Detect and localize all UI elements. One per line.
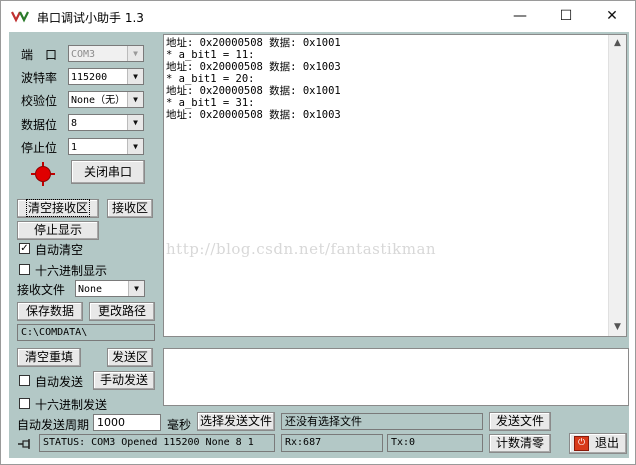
pin-icon[interactable] (17, 437, 35, 451)
rx-count: Rx:687 (281, 434, 383, 452)
close-port-button[interactable]: 关闭串口 (71, 160, 145, 184)
send-area-button[interactable]: 发送区 (107, 348, 153, 367)
save-path-field: C:\COMDATA\ (17, 324, 155, 341)
port-status-lamp-icon (31, 162, 55, 186)
receive-text: 地址: 0x20000508 数据: 0x1001 * a_bit1 = 11: 地… (166, 37, 341, 121)
auto-send-period-label: 自动发送周期 (17, 418, 90, 432)
auto-send-label: 自动发送 (35, 375, 84, 389)
chevron-down-icon: ▼ (127, 115, 143, 130)
hex-send-checkbox[interactable] (19, 398, 30, 409)
parity-value: None（无） (71, 95, 126, 106)
receive-scrollbar[interactable]: ▲ ▼ (608, 35, 626, 336)
close-window-button[interactable]: ✕ (589, 1, 635, 31)
receive-line: * a_bit1 = 11: (166, 49, 255, 61)
port-select[interactable]: COM3 ▼ (68, 45, 144, 62)
hex-display-label: 十六进制显示 (35, 264, 108, 278)
auto-clear-label: 自动清空 (35, 243, 84, 257)
status-text: STATUS: COM3 Opened 115200 None 8 1 (39, 434, 275, 452)
tx-count: Tx:0 (387, 434, 483, 452)
stopbits-select[interactable]: 1 ▼ (68, 138, 144, 155)
chevron-down-icon: ▼ (127, 139, 143, 154)
exit-label: 退出 (595, 436, 620, 450)
baud-value: 115200 (71, 72, 108, 83)
app-window: 串口调试小助手 1.3 — ☐ ✕ 端 口 COM3 ▼ 波特率 115200 … (0, 0, 636, 465)
reset-count-button[interactable]: 计数清零 (489, 434, 551, 453)
choose-send-file-button[interactable]: 选择发送文件 (197, 412, 275, 431)
hex-send-label: 十六进制发送 (35, 398, 108, 412)
period-input[interactable]: 1000 (93, 414, 161, 431)
baud-select[interactable]: 115200 ▼ (68, 68, 144, 85)
maximize-button[interactable]: ☐ (543, 1, 589, 31)
hex-display-checkbox[interactable] (19, 264, 30, 275)
clear-receive-label: 清空接收区 (25, 199, 91, 217)
clear-send-button[interactable]: 清空重填 (17, 348, 81, 367)
scroll-down-icon[interactable]: ▼ (609, 319, 626, 336)
baud-label: 波特率 (21, 71, 58, 85)
minimize-button[interactable]: — (497, 1, 543, 31)
title-bar: 串口调试小助手 1.3 — ☐ ✕ (1, 1, 635, 31)
client-area: 端 口 COM3 ▼ 波特率 115200 ▼ 校验位 None（无） ▼ 数据… (9, 32, 629, 458)
receive-file-label: 接收文件 (17, 283, 66, 297)
clear-receive-button[interactable]: 清空接收区 (17, 199, 99, 218)
port-value: COM3 (71, 49, 96, 60)
databits-value: 8 (71, 118, 78, 129)
chevron-down-icon: ▼ (127, 46, 143, 61)
receive-line: 地址: 0x20000508 数据: 0x1001 (166, 85, 341, 97)
receive-line: 地址: 0x20000508 数据: 0x1003 (166, 61, 341, 73)
receive-line: * a_bit1 = 31: (166, 97, 255, 109)
stop-display-button[interactable]: 停止显示 (17, 221, 99, 240)
chevron-down-icon: ▼ (128, 281, 144, 296)
databits-select[interactable]: 8 ▼ (68, 114, 144, 131)
stopbits-label: 停止位 (21, 141, 58, 155)
receive-line: * a_bit1 = 20: (166, 73, 255, 85)
scroll-up-icon[interactable]: ▲ (609, 35, 626, 52)
databits-label: 数据位 (21, 118, 58, 132)
chevron-down-icon: ▼ (127, 69, 143, 84)
parity-select[interactable]: None（无） ▼ (68, 91, 144, 108)
chevron-down-icon: ▼ (127, 92, 143, 107)
receive-file-select[interactable]: None ▼ (75, 280, 145, 297)
auto-clear-checkbox[interactable]: ✓ (19, 243, 30, 254)
receive-file-value: None (78, 284, 103, 295)
auto-send-checkbox[interactable] (19, 375, 30, 386)
port-label: 端 口 (21, 48, 58, 62)
receive-line: 地址: 0x20000508 数据: 0x1003 (166, 109, 341, 121)
send-file-button[interactable]: 发送文件 (489, 412, 551, 431)
ms-label: 毫秒 (167, 418, 192, 432)
receive-line: 地址: 0x20000508 数据: 0x1001 (166, 37, 341, 49)
exit-button[interactable]: ⏻ 退出 (569, 433, 627, 454)
save-data-button[interactable]: 保存数据 (17, 302, 83, 321)
watermark-text: http://blog.csdn.net/fantastikman (166, 240, 437, 258)
change-path-button[interactable]: 更改路径 (89, 302, 155, 321)
receive-area-button[interactable]: 接收区 (107, 199, 153, 218)
manual-send-button[interactable]: 手动发送 (93, 371, 155, 390)
stopbits-value: 1 (71, 142, 78, 153)
exit-icon: ⏻ (574, 436, 589, 451)
app-logo-icon (11, 11, 29, 23)
send-textarea[interactable] (163, 348, 629, 406)
window-title: 串口调试小助手 1.3 (37, 11, 144, 25)
parity-label: 校验位 (21, 94, 58, 108)
send-file-status: 还没有选择文件 (281, 413, 483, 430)
receive-textarea[interactable]: 地址: 0x20000508 数据: 0x1001 * a_bit1 = 11: 地… (163, 34, 627, 337)
